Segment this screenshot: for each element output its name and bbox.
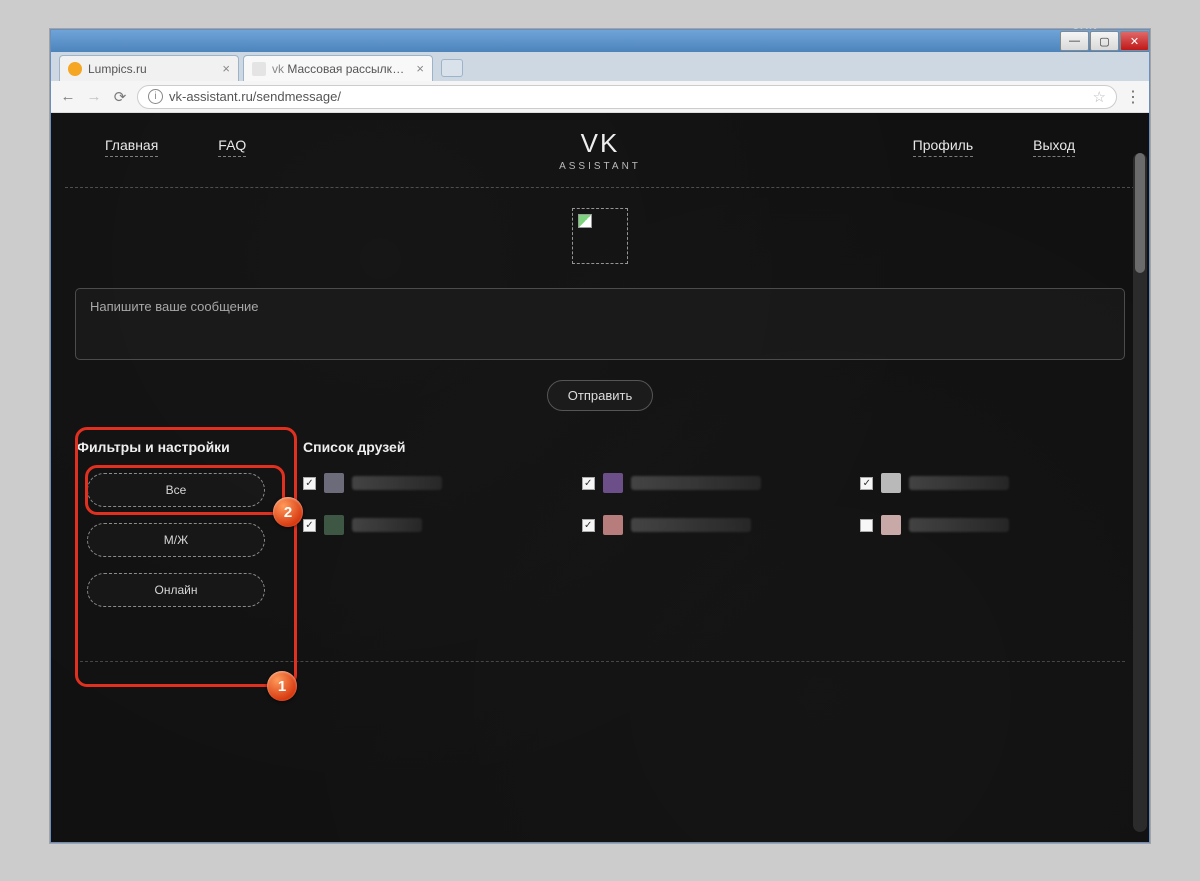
forward-icon[interactable]: → [85,88,103,105]
friend-item[interactable]: ✓ [303,515,566,535]
friends-panel: Список друзей ✓ ✓ ✓ ✓ ✓ ✓ [303,439,1123,535]
friend-item[interactable]: ✓ [582,515,845,535]
filters-panel: 2 1 Фильтры и настройки Все М/Ж Онлайн [77,439,275,623]
avatar [603,473,623,493]
send-button[interactable]: Отправить [547,380,653,411]
nav-right: Профиль Выход [913,137,1075,157]
new-tab-button[interactable] [441,59,463,77]
friend-name [631,476,761,490]
annotation-badge-2: 2 [273,497,303,527]
avatar-upload[interactable] [572,208,628,264]
tab-title: Lumpics.ru [88,62,216,76]
friend-checkbox[interactable]: ✓ [860,519,873,532]
nav-profile[interactable]: Профиль [913,137,973,157]
lang-indicator: JAN [1073,20,1098,32]
filters-title: Фильтры и настройки [77,439,275,455]
friend-name [909,476,1009,490]
browser-window: JAN ― ▢ ✕ Lumpics.ru × vk Массовая рассы… [50,29,1150,843]
filter-all-button[interactable]: Все [87,473,265,507]
avatar [324,473,344,493]
bookmark-star-icon[interactable]: ☆ [1093,88,1106,106]
friend-name [352,476,442,490]
friend-item[interactable]: ✓ [303,473,566,493]
nav-left: Главная FAQ [105,137,246,157]
avatar [324,515,344,535]
window-close-button[interactable]: ✕ [1120,31,1149,51]
omnibox[interactable]: i vk-assistant.ru/sendmessage/ ☆ [137,85,1117,109]
nav-faq[interactable]: FAQ [218,137,246,157]
friend-checkbox[interactable]: ✓ [303,519,316,532]
friend-item[interactable]: ✓ [860,515,1123,535]
annotation-badge-1: 1 [267,671,297,701]
brand-subtitle: ASSISTANT [559,161,641,172]
url-text: vk-assistant.ru/sendmessage/ [169,89,1087,104]
close-tab-icon[interactable]: × [222,61,230,76]
friend-item[interactable]: ✓ [582,473,845,493]
columns: 2 1 Фильтры и настройки Все М/Ж Онлайн С… [65,439,1135,623]
annotation-box-1 [75,427,297,687]
tab-title: vk Массовая рассылка соо… [272,62,410,76]
friend-name [909,518,1009,532]
window-minimize-button[interactable]: ― [1060,31,1089,51]
friends-grid: ✓ ✓ ✓ ✓ ✓ ✓ [303,473,1123,535]
friend-name [631,518,751,532]
browser-menu-icon[interactable]: ⋮ [1125,87,1141,107]
site-header: Главная FAQ VK ASSISTANT Профиль Выход [65,113,1135,187]
brand-title: VK [559,128,641,159]
nav-logout[interactable]: Выход [1033,137,1075,157]
browser-tab-vk[interactable]: vk Массовая рассылка соо… × [243,55,433,81]
friend-checkbox[interactable]: ✓ [303,477,316,490]
friend-checkbox[interactable]: ✓ [582,477,595,490]
avatar [881,515,901,535]
window-maximize-button[interactable]: ▢ [1090,31,1119,51]
filter-online-button[interactable]: Онлайн [87,573,265,607]
friends-title: Список друзей [303,439,1123,455]
avatar [603,515,623,535]
favicon-icon [68,62,82,76]
divider [75,661,1125,662]
page-viewport: Главная FAQ VK ASSISTANT Профиль Выход Н… [51,113,1149,842]
friend-checkbox[interactable]: ✓ [860,477,873,490]
filter-gender-button[interactable]: М/Ж [87,523,265,557]
message-input[interactable]: Напишите ваше сообщение [75,288,1125,360]
brand: VK ASSISTANT [559,128,641,172]
friend-checkbox[interactable]: ✓ [582,519,595,532]
friend-item[interactable]: ✓ [860,473,1123,493]
browser-tab-lumpics[interactable]: Lumpics.ru × [59,55,239,81]
address-bar: ← → ⟳ i vk-assistant.ru/sendmessage/ ☆ ⋮ [51,81,1149,113]
back-icon[interactable]: ← [59,88,77,105]
favicon-icon [252,62,266,76]
scrollbar[interactable] [1133,153,1147,832]
broken-image-icon [578,214,592,228]
window-titlebar: JAN ― ▢ ✕ [51,30,1149,52]
tab-strip: Lumpics.ru × vk Массовая рассылка соо… × [51,52,1149,81]
reload-icon[interactable]: ⟳ [111,88,129,106]
close-tab-icon[interactable]: × [416,61,424,76]
nav-home[interactable]: Главная [105,137,158,157]
message-placeholder: Напишите ваше сообщение [90,299,259,314]
divider [65,187,1135,188]
scrollbar-thumb[interactable] [1135,153,1145,273]
site-info-icon[interactable]: i [148,89,163,104]
friend-name [352,518,422,532]
avatar [881,473,901,493]
